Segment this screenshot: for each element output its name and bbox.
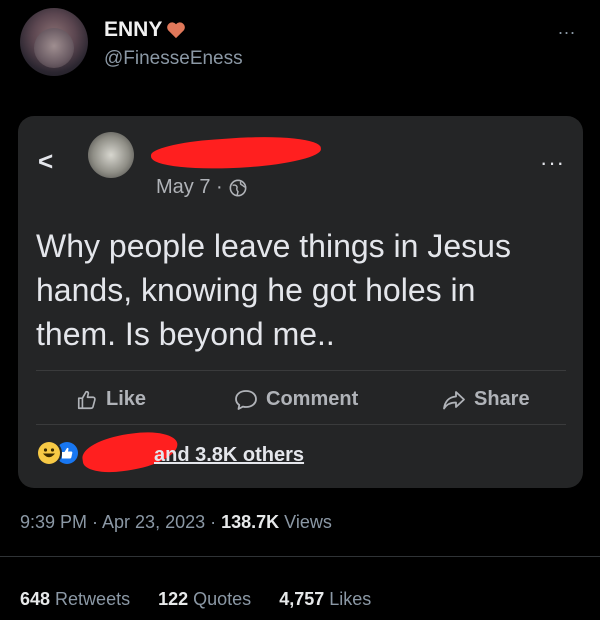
thumbs-up-icon: [77, 390, 96, 409]
comment-action: Comment: [234, 388, 358, 411]
reaction-count: and 3.8K others: [154, 444, 305, 466]
divider: [0, 556, 600, 557]
retweets-count: 648: [20, 589, 51, 609]
display-name-text: ENNY: [104, 18, 163, 41]
post-text: Why people leave things in Jesus hands, …: [36, 228, 511, 352]
share-label: Share: [474, 388, 530, 410]
share-action: Share: [442, 388, 530, 411]
comment-icon: [235, 389, 257, 410]
tweet-stats: 648 Retweets 122 Quotes 4,757 Likes: [20, 589, 371, 610]
avatar-face: [34, 28, 74, 68]
post-date: May 7 ·: [156, 176, 247, 199]
globe-icon: [229, 179, 247, 196]
grin-reaction-icon: [38, 442, 60, 464]
tweet-timestamp[interactable]: 9:39 PM · Apr 23, 2023 ·: [20, 512, 221, 532]
poster-avatar: [88, 132, 134, 178]
quotes-count: 122: [158, 589, 189, 609]
redacted-poster-name: [150, 132, 322, 174]
comment-label: Comment: [266, 388, 359, 410]
post-date-text: May 7 ·: [156, 176, 223, 198]
share-icon: [443, 390, 465, 409]
like-label: Like: [106, 388, 147, 410]
likes-count: 4,757: [279, 589, 325, 609]
likes-stat[interactable]: 4,757 Likes: [279, 589, 371, 610]
views-count: 138.7K: [221, 512, 280, 532]
retweets-stat[interactable]: 648 Retweets: [20, 589, 130, 610]
more-options-icon[interactable]: ...: [558, 18, 576, 39]
heart-icon: [167, 22, 186, 39]
quotes-stat[interactable]: 122 Quotes: [158, 589, 251, 610]
post-more-icon: ···: [540, 150, 565, 175]
tweet-header: ENNY @FinesseEness ...: [20, 8, 580, 88]
back-arrow-icon: <: [38, 146, 54, 176]
divider: [36, 424, 566, 425]
tweet-meta: 9:39 PM · Apr 23, 2023 · 138.7K Views: [20, 512, 332, 533]
user-avatar[interactable]: [20, 8, 88, 76]
likes-label: Likes: [324, 589, 372, 609]
embedded-post-screenshot: < May 7 · ··· Why people leave things in…: [18, 116, 583, 488]
user-handle[interactable]: @FinesseEness: [104, 48, 243, 70]
views-label: Views: [279, 512, 332, 532]
display-name[interactable]: ENNY: [104, 18, 186, 42]
divider: [36, 370, 566, 371]
reaction-icons: [38, 442, 78, 464]
like-action: Like: [76, 388, 146, 411]
quotes-label: Quotes: [188, 589, 252, 609]
retweets-label: Retweets: [50, 589, 131, 609]
